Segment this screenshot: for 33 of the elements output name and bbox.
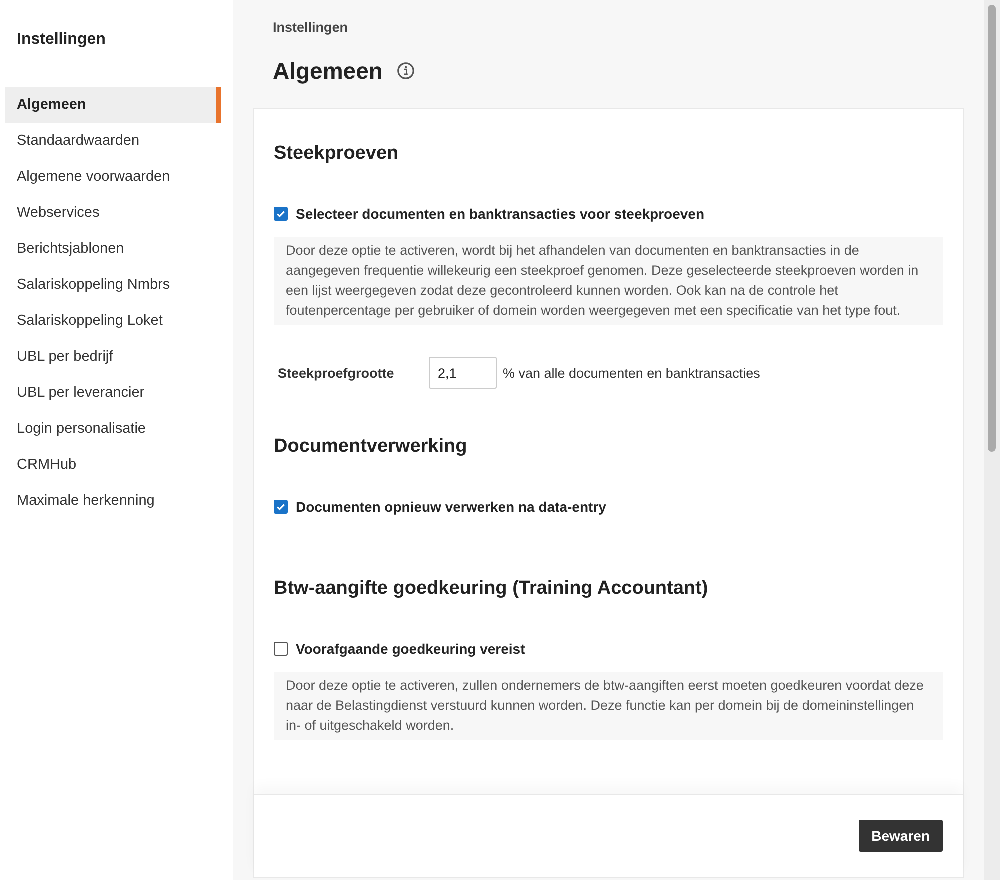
sidebar-item[interactable]: Algemene voorwaarden [5, 159, 221, 195]
sidebar-item[interactable]: UBL per leverancier [5, 375, 221, 411]
field-suffix: % van alle documenten en banktransacties [503, 366, 760, 380]
sidebar-title: Instellingen [16, 31, 107, 50]
checkbox[interactable] [274, 642, 288, 656]
section-heading: Steekproeven [274, 142, 400, 166]
sidebar-item[interactable]: Algemeen [5, 87, 221, 123]
sidebar-item[interactable]: Berichtsjablonen [5, 231, 221, 267]
checkbox-label: Documenten opnieuw verwerken na data-entry [296, 499, 606, 515]
checkbox-label: Selecteer documenten en banktransacties voor steekproeven [296, 206, 704, 222]
section-heading: Documentverwerking [274, 435, 468, 459]
description: Door deze optie te activeren, wordt bij het afhandelen van documenten en banktransacties in de aangegeven frequentie willekeurig een steekproef genomen. Deze geselecteerde steekproeven worden in een lijst weergegeven zodat deze gecontroleerd kunnen worden. Ook kan na de controle het foutenpercentage per gebruiker of domein worden weergegeven met een specificatie van het type fout. [274, 237, 943, 325]
page-title: Algemeen [273, 58, 383, 84]
sidebar-item[interactable]: Login personalisatie [5, 411, 221, 447]
checkbox[interactable] [274, 207, 288, 221]
breadcrumb: Instellingen [272, 20, 350, 35]
description: Door deze optie te activeren, zullen ondernemers de btw-aangiften eerst moeten goedkeuren voordat deze naar de Belastingdienst verstuurd kunnen worden. Deze functie kan per domein bij de domeininstellingen in- of uitgeschakeld worden. [274, 672, 943, 740]
sidebar-item[interactable]: Webservices [5, 195, 221, 231]
sidebar-item[interactable]: Standaardwaarden [5, 123, 221, 159]
save-button[interactable]: Bewaren [858, 820, 943, 852]
sidebar-item[interactable]: UBL per bedrijf [5, 339, 221, 375]
scrollbar-thumb[interactable] [988, 5, 996, 452]
sidebar-item[interactable]: Maximale herkenning [5, 483, 221, 519]
scrollbar[interactable] [984, 0, 1000, 880]
section-heading: Btw-aangifte goedkeuring (Training Accountant) [274, 577, 710, 601]
sidebar-item[interactable]: CRMHub [5, 447, 221, 483]
field-label: Steekproefgrootte [278, 366, 396, 380]
input-field[interactable]: 2,1 [429, 357, 497, 389]
info-icon[interactable] [396, 62, 415, 80]
sidebar-item[interactable]: Salariskoppeling Loket [5, 303, 221, 339]
checkbox-label: Voorafgaande goedkeuring vereist [296, 641, 526, 657]
sidebar-item[interactable]: Salariskoppeling Nmbrs [5, 267, 221, 303]
checkbox[interactable] [274, 500, 288, 514]
